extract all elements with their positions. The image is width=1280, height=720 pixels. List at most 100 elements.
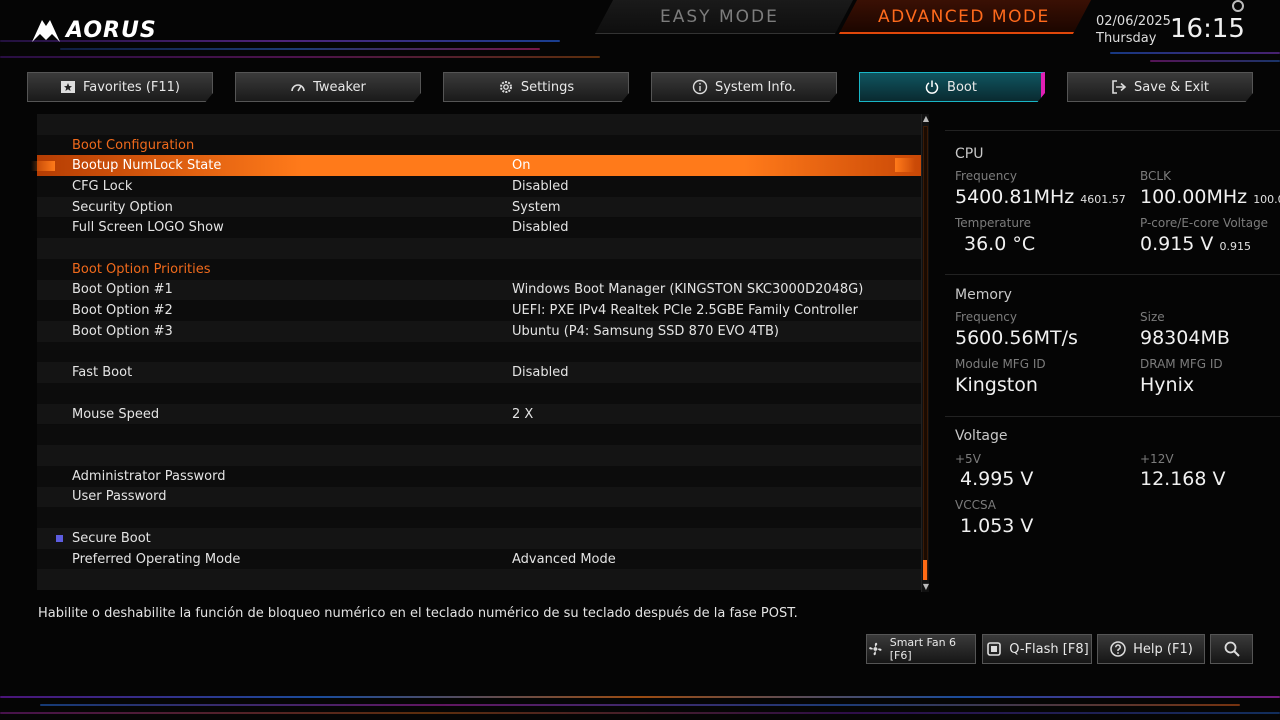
setting-value[interactable]: Disabled bbox=[512, 220, 568, 235]
search-icon bbox=[1224, 641, 1240, 657]
memory-frequency-label: Frequency bbox=[955, 310, 1017, 324]
speedometer-icon bbox=[291, 84, 305, 92]
spacer-row bbox=[37, 569, 921, 591]
setting-mouse-speed[interactable]: Mouse Speed 2 X bbox=[37, 403, 921, 425]
setting-value[interactable]: Ubuntu (P4: Samsung SSD 870 EVO 4TB) bbox=[512, 324, 779, 339]
setting-value[interactable]: Windows Boot Manager (KINGSTON SKC3000D2… bbox=[512, 282, 863, 297]
section-title: Boot Option Priorities bbox=[72, 261, 211, 277]
v12-value: 12.168 V bbox=[1140, 468, 1226, 490]
setting-cfg-lock[interactable]: CFG Lock Disabled bbox=[37, 176, 921, 197]
eagle-icon bbox=[32, 20, 60, 42]
setting-value[interactable]: UEFI: PXE IPv4 Realtek PCIe 2.5GBE Famil… bbox=[512, 303, 858, 318]
submenu-secure-boot[interactable]: Secure Boot bbox=[37, 528, 921, 549]
tab-settings[interactable]: Settings bbox=[443, 72, 629, 102]
tab-label: Tweaker bbox=[313, 79, 366, 95]
smart-fan-label: Smart Fan 6 [F6] bbox=[889, 636, 957, 662]
section-header-boot-configuration: Boot Configuration bbox=[37, 134, 921, 156]
setting-bootup-numlock-state[interactable]: Bootup NumLock State On bbox=[37, 155, 921, 177]
setting-full-screen-logo-show[interactable]: Full Screen LOGO Show Disabled bbox=[37, 217, 921, 239]
smart-fan-button[interactable]: Smart Fan 6 [F6] bbox=[866, 634, 976, 664]
setting-label: CFG Lock bbox=[72, 178, 133, 194]
cpu-section-title: CPU bbox=[955, 146, 984, 162]
dram-mfg-label: DRAM MFG ID bbox=[1140, 357, 1223, 371]
time: 16:15 bbox=[1170, 14, 1245, 44]
memory-section-title: Memory bbox=[955, 287, 1012, 303]
dram-mfg-value: Hynix bbox=[1140, 374, 1195, 396]
tab-save-exit[interactable]: Save & Exit bbox=[1067, 72, 1253, 102]
core-voltage-label: P-core/E-core Voltage bbox=[1140, 216, 1269, 230]
setting-user-password[interactable]: User Password bbox=[37, 486, 921, 508]
logo-text: AORUS bbox=[66, 17, 157, 43]
setting-label: Secure Boot bbox=[72, 530, 151, 546]
setting-label: Security Option bbox=[72, 199, 173, 215]
easy-mode-label[interactable]: EASY MODE bbox=[660, 7, 780, 27]
exit-icon bbox=[1112, 80, 1127, 94]
spacer-row bbox=[37, 383, 921, 404]
setting-label: Bootup NumLock State bbox=[72, 158, 222, 174]
selection-flare-left bbox=[31, 161, 55, 171]
aorus-logo: AORUS bbox=[30, 14, 157, 46]
setting-label: Preferred Operating Mode bbox=[72, 551, 241, 567]
tab-boot[interactable]: Boot bbox=[859, 72, 1045, 102]
weekday: Thursday bbox=[1096, 31, 1157, 46]
divider bbox=[945, 274, 1280, 275]
setting-administrator-password[interactable]: Administrator Password bbox=[37, 465, 921, 487]
scroll-track[interactable] bbox=[923, 126, 928, 580]
core-voltage-value: 0.915 V 0.915 bbox=[1140, 233, 1251, 255]
setting-security-option[interactable]: Security Option System bbox=[37, 196, 921, 218]
memory-frequency-value: 5600.56MT/s bbox=[955, 327, 1078, 349]
settings-gear-icon[interactable] bbox=[1232, 0, 1244, 12]
scroll-down-arrow-icon[interactable]: ▼ bbox=[922, 582, 930, 592]
vccsa-value: 1.053 V bbox=[960, 515, 1034, 537]
setting-value[interactable]: 2 X bbox=[512, 407, 533, 422]
setting-value[interactable]: Disabled bbox=[512, 179, 568, 194]
scrollbar[interactable]: ▲ ▼ bbox=[921, 114, 929, 592]
cpu-temperature-value: 36.0 °C bbox=[964, 233, 1036, 255]
divider bbox=[945, 416, 1280, 417]
bclk-label: BCLK bbox=[1140, 169, 1171, 183]
vccsa-label: VCCSA bbox=[955, 498, 997, 512]
setting-label: Boot Option #1 bbox=[72, 282, 173, 298]
mode-switcher: EASY MODE ADVANCED MODE bbox=[590, 0, 1100, 36]
qflash-button[interactable]: Q-Flash [F8] bbox=[982, 634, 1092, 664]
tab-favorites[interactable]: Favorites (F11) bbox=[27, 72, 213, 102]
section-header-boot-option-priorities: Boot Option Priorities bbox=[37, 258, 921, 280]
setting-fast-boot[interactable]: Fast Boot Disabled bbox=[37, 362, 921, 384]
divider bbox=[945, 130, 1280, 131]
submenu-bullet-icon bbox=[56, 535, 63, 542]
setting-value[interactable]: Disabled bbox=[512, 365, 568, 380]
advanced-mode-label[interactable]: ADVANCED MODE bbox=[878, 7, 1078, 27]
setting-label: Mouse Speed bbox=[72, 406, 160, 422]
setting-boot-option-3[interactable]: Boot Option #3 Ubuntu (P4: Samsung SSD 8… bbox=[37, 321, 921, 342]
help-button[interactable]: Help (F1) bbox=[1097, 634, 1205, 664]
chip-icon bbox=[987, 642, 1002, 656]
setting-value[interactable]: Advanced Mode bbox=[512, 552, 616, 567]
help-label: Help (F1) bbox=[1133, 641, 1193, 657]
setting-boot-option-2[interactable]: Boot Option #2 UEFI: PXE IPv4 Realtek PC… bbox=[37, 300, 921, 321]
spacer-row bbox=[37, 238, 921, 259]
tab-label: Favorites (F11) bbox=[82, 79, 181, 95]
tab-tweaker[interactable]: Tweaker bbox=[235, 72, 421, 102]
scroll-thumb[interactable] bbox=[923, 560, 927, 580]
setting-value[interactable]: On bbox=[512, 158, 530, 173]
footer-glow bbox=[0, 686, 1280, 720]
search-button[interactable] bbox=[1210, 634, 1253, 664]
memory-size-value: 98304MB bbox=[1140, 327, 1230, 349]
cpu-temperature-label: Temperature bbox=[955, 216, 1032, 230]
selection-flare-right bbox=[895, 158, 915, 172]
setting-label: Boot Option #3 bbox=[72, 323, 173, 339]
tab-system-info[interactable]: System Info. bbox=[651, 72, 837, 102]
spacer-row bbox=[37, 114, 921, 135]
setting-preferred-operating-mode[interactable]: Preferred Operating Mode Advanced Mode bbox=[37, 548, 921, 570]
tab-label: Save & Exit bbox=[1134, 79, 1209, 95]
date-display: 02/06/2025 Thursday bbox=[1096, 13, 1171, 47]
setting-label: Full Screen LOGO Show bbox=[72, 220, 224, 236]
spacer-row bbox=[37, 341, 921, 363]
help-icon bbox=[1110, 641, 1126, 657]
boot-settings-list: Boot Configuration Bootup NumLock State … bbox=[37, 114, 921, 591]
setting-boot-option-1[interactable]: Boot Option #1 Windows Boot Manager (KIN… bbox=[37, 279, 921, 301]
setting-label: User Password bbox=[72, 489, 167, 505]
scroll-up-arrow-icon[interactable]: ▲ bbox=[922, 114, 930, 124]
setting-value[interactable]: System bbox=[512, 200, 560, 215]
info-icon bbox=[692, 79, 708, 95]
